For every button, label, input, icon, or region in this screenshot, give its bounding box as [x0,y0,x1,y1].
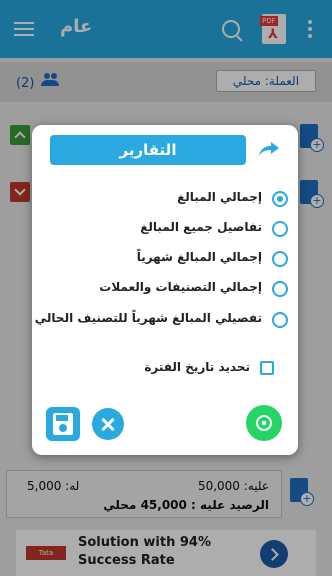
option-label: تفصيلي المبالغ شهرياً للتصنيف الحالي [34,311,262,325]
period-date-row[interactable]: تحديد تاريخ الفترة [42,359,274,379]
report-option-categories-currencies[interactable]: إجمالي التصنيفات والعملات [42,279,288,301]
option-label: إجمالي المبالغ [177,190,262,204]
report-option-all-details[interactable]: تفاصيل جميع المبالغ [42,219,288,241]
share-icon[interactable] [258,141,280,157]
report-option-monthly-current-category[interactable]: تفصيلي المبالغ شهرياً للتصنيف الحالي [35,310,288,332]
radio-button[interactable] [272,281,288,297]
dialog-title: التقارير [50,135,246,165]
radio-button[interactable] [272,221,288,237]
report-option-total-amounts[interactable]: إجمالي المبالغ [42,189,288,211]
radio-button[interactable] [272,251,288,267]
radio-button[interactable] [272,312,288,328]
close-icon[interactable] [92,408,124,440]
whatsapp-icon[interactable] [246,405,282,441]
option-label: تفاصيل جميع المبالغ [140,220,262,234]
radio-button-selected[interactable] [272,191,288,207]
period-checkbox[interactable] [260,361,274,375]
reports-dialog: التقارير إجمالي المبالغ تفاصيل جميع المب… [32,125,298,455]
save-icon[interactable] [46,407,80,441]
report-option-monthly-totals[interactable]: إجمالي المبالغ شهرياً [42,249,288,271]
option-label: إجمالي المبالغ شهرياً [136,250,262,264]
option-label: إجمالي التصنيفات والعملات [99,280,262,294]
period-label: تحديد تاريخ الفترة [144,360,250,374]
